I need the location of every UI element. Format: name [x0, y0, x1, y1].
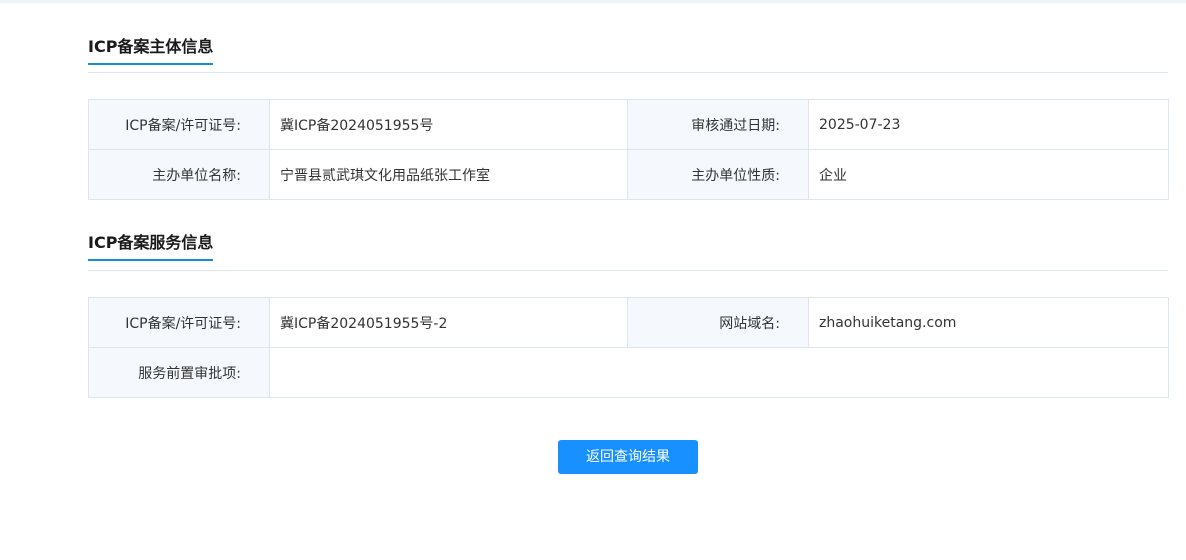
pre-approval-value [269, 347, 1169, 398]
subject-section-header: ICP备案主体信息 [88, 0, 1168, 73]
service-section-header: ICP备案服务信息 [88, 198, 1168, 271]
website-domain-value: zhaohuiketang.com [808, 297, 1169, 348]
service-section-title: ICP备案服务信息 [88, 232, 214, 261]
website-domain-label: 网站域名: [627, 297, 809, 348]
table-row: ICP备案/许可证号: 冀ICP备2024051955号-2 网站域名: zha… [88, 297, 1169, 348]
organizer-name-value: 宁晋县贰武琪文化用品纸张工作室 [269, 149, 628, 200]
license-number-value: 冀ICP备2024051955号 [269, 99, 628, 150]
service-info-table: ICP备案/许可证号: 冀ICP备2024051955号-2 网站域名: zha… [88, 297, 1169, 398]
service-license-number-label: ICP备案/许可证号: [88, 297, 270, 348]
table-row: ICP备案/许可证号: 冀ICP备2024051955号 审核通过日期: 202… [88, 99, 1169, 150]
approval-date-label: 审核通过日期: [627, 99, 809, 150]
back-to-results-button[interactable]: 返回查询结果 [558, 440, 698, 474]
organizer-type-value: 企业 [808, 149, 1169, 200]
table-row: 服务前置审批项: [88, 347, 1169, 398]
organizer-type-label: 主办单位性质: [627, 149, 809, 200]
pre-approval-label: 服务前置审批项: [88, 347, 270, 398]
table-row: 主办单位名称: 宁晋县贰武琪文化用品纸张工作室 主办单位性质: 企业 [88, 149, 1169, 200]
organizer-name-label: 主办单位名称: [88, 149, 270, 200]
subject-section-title: ICP备案主体信息 [88, 36, 214, 65]
license-number-label: ICP备案/许可证号: [88, 99, 270, 150]
approval-date-value: 2025-07-23 [808, 99, 1169, 150]
subject-info-table: ICP备案/许可证号: 冀ICP备2024051955号 审核通过日期: 202… [88, 99, 1169, 200]
service-license-number-value: 冀ICP备2024051955号-2 [269, 297, 628, 348]
